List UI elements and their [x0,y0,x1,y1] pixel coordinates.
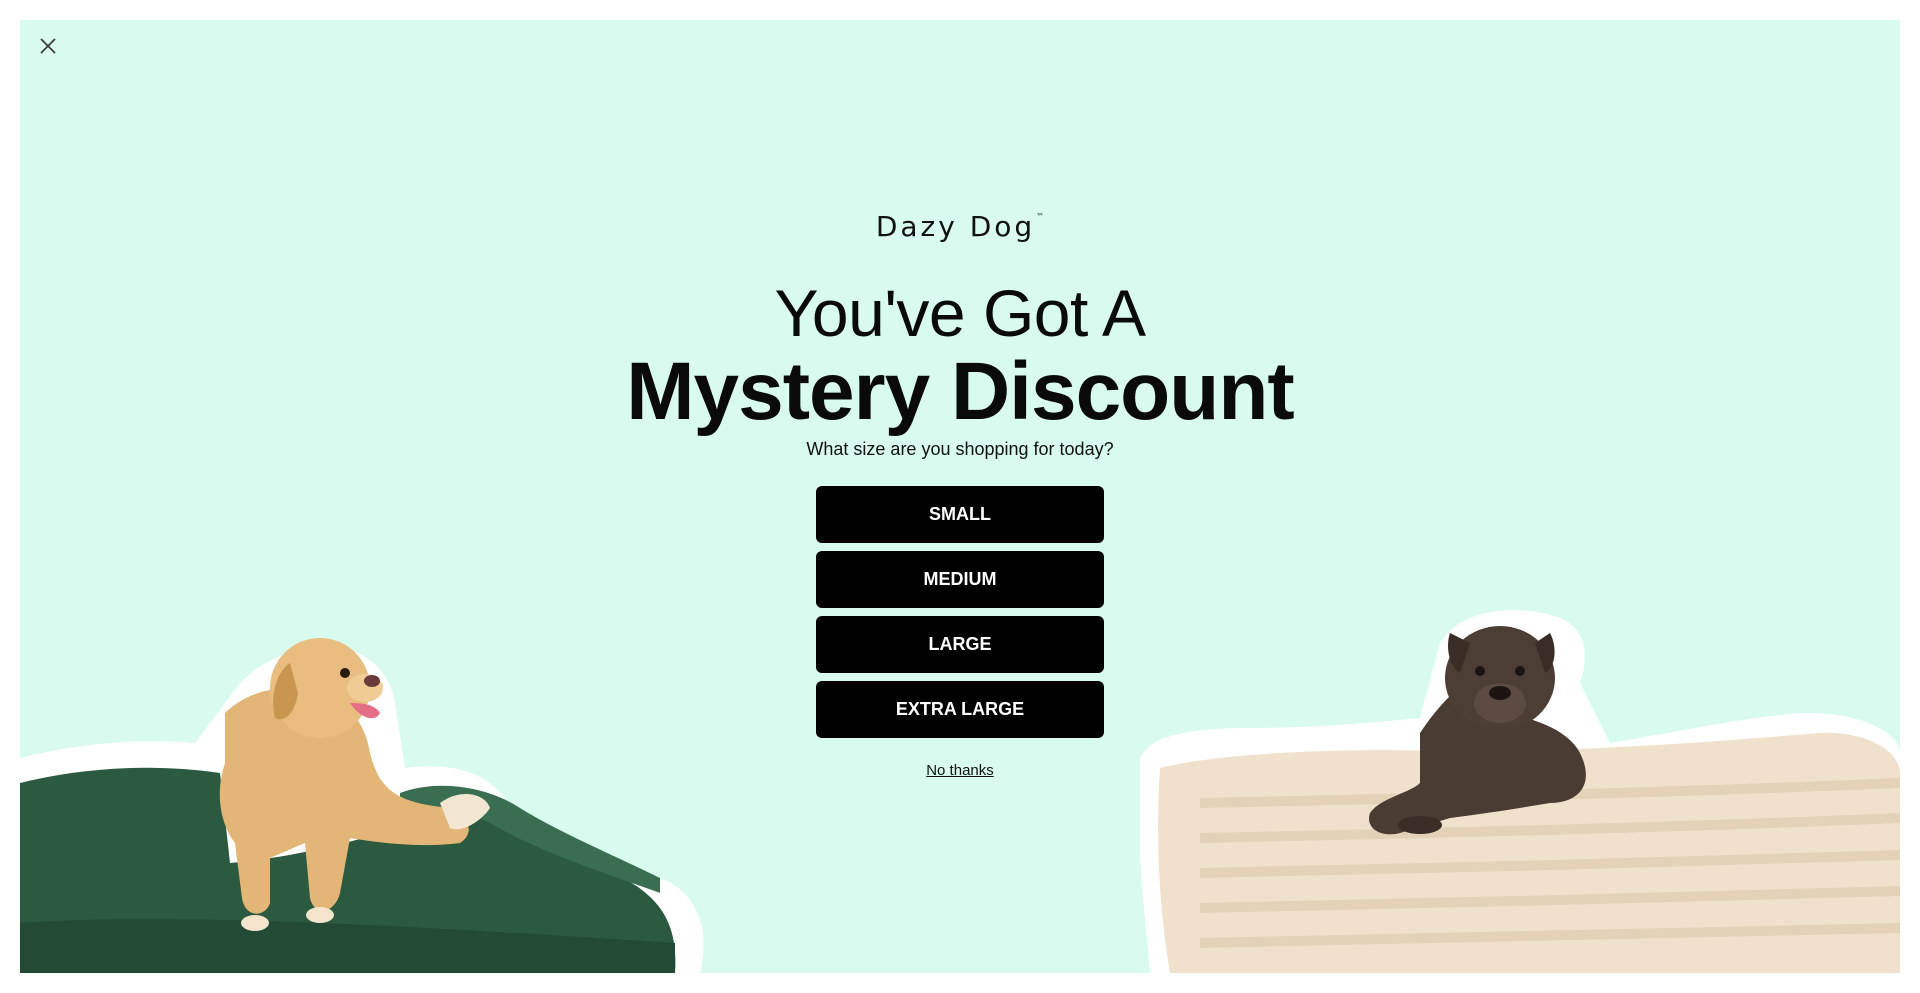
trademark-symbol: ™ [1036,212,1045,221]
size-extra-large-button[interactable]: EXTRA LARGE [816,681,1104,738]
headline-line-1: You've Got A [774,276,1146,350]
discount-popup: Dazy Dog ™ You've Got A Mystery Discount … [20,20,1900,973]
no-thanks-link[interactable]: No thanks [926,762,994,779]
close-button[interactable] [34,32,62,60]
size-options: SMALL MEDIUM LARGE EXTRA LARGE [816,486,1104,738]
brand-logo: Dazy Dog ™ [876,210,1044,250]
logo-text: Dazy Dog [875,210,1036,243]
popup-content: Dazy Dog ™ You've Got A Mystery Discount … [20,210,1900,779]
size-small-button[interactable]: SMALL [816,486,1104,543]
size-question: What size are you shopping for today? [806,439,1114,459]
size-medium-button[interactable]: MEDIUM [816,551,1104,608]
close-icon [40,38,56,54]
headline-line-2: Mystery Discount [626,346,1295,437]
size-large-button[interactable]: LARGE [816,616,1104,673]
